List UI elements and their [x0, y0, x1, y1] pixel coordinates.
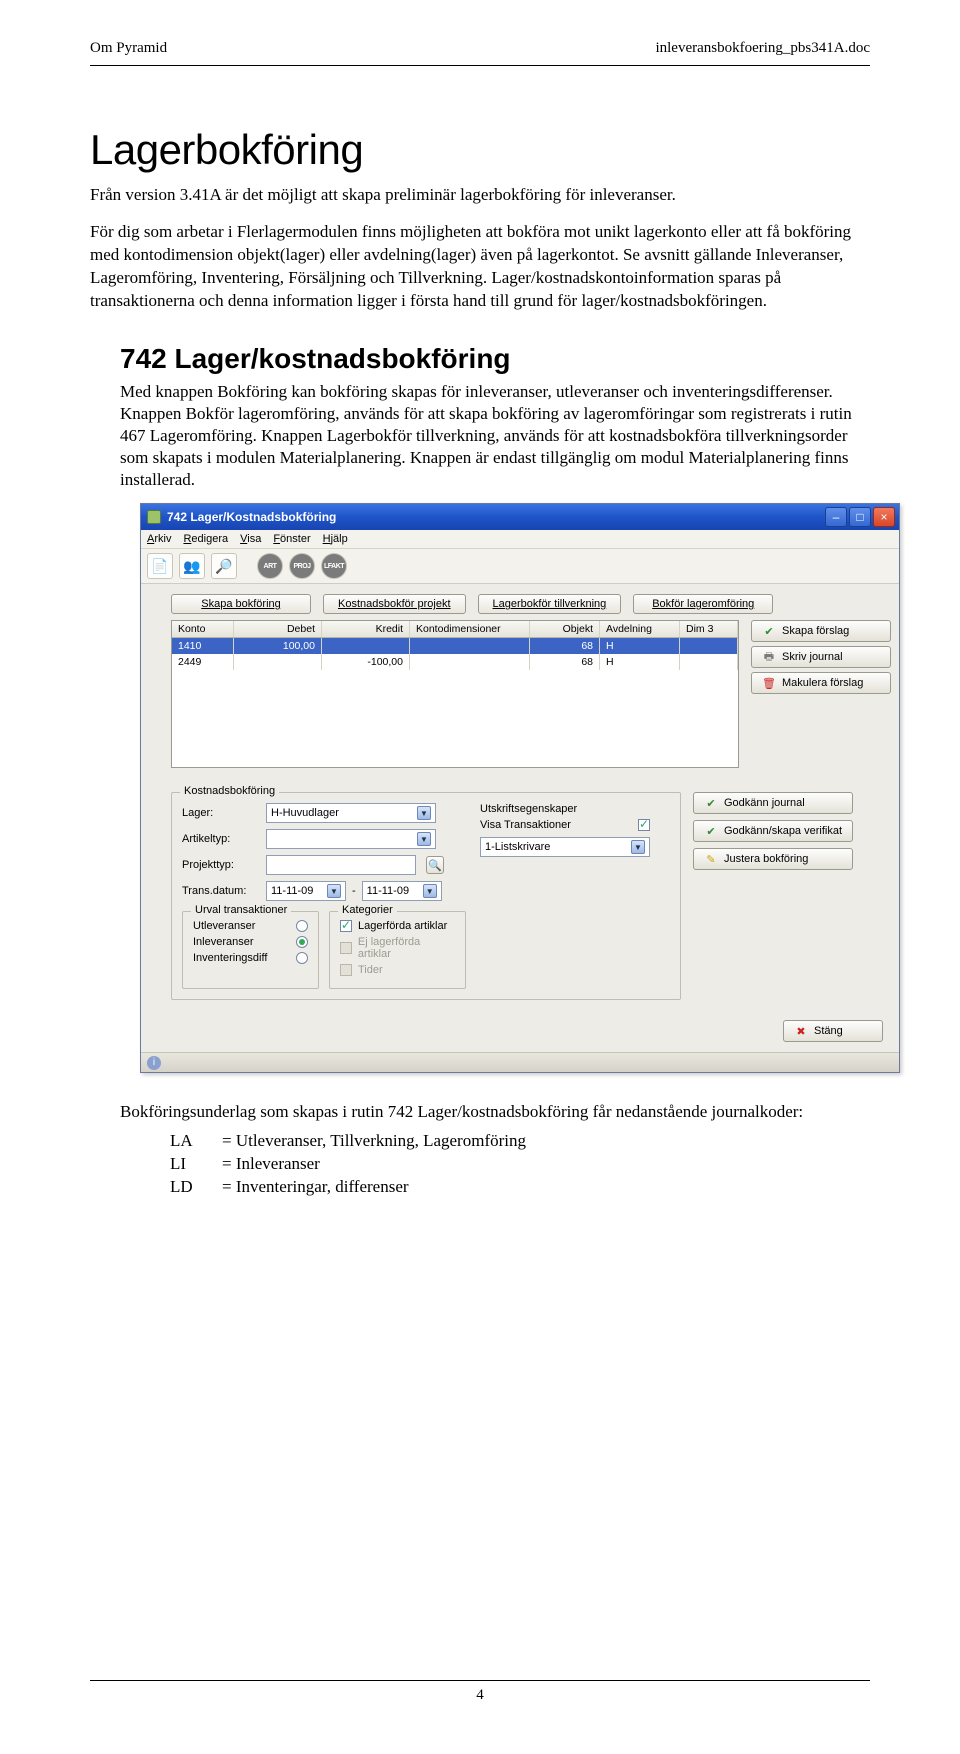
col-avdelning: Avdelning [600, 621, 680, 637]
toolbar-users-icon[interactable]: 👥 [179, 553, 205, 579]
frame-legend: Kostnadsbokföring [180, 785, 279, 797]
skriv-journal-button[interactable]: 🖶 Skriv journal [751, 646, 891, 668]
intro-block: Från version 3.41A är det möjligt att sk… [90, 184, 870, 313]
chevron-down-icon: ▼ [417, 806, 431, 820]
toolbar-proj-button[interactable]: PROJ [289, 553, 315, 579]
col-kontodimensioner: Kontodimensioner [410, 621, 530, 637]
transdatum-label: Trans.datum: [182, 885, 260, 897]
header-left: Om Pyramid [90, 40, 167, 57]
menubar: AArkivrkiv Redigera Visa Fönster Hjälp [141, 530, 899, 549]
bookkeeping-grid[interactable]: Konto Debet Kredit Kontodimensioner Obje… [171, 620, 739, 768]
table-row[interactable]: 2449 -100,00 68 H [172, 654, 738, 670]
close-button[interactable]: × [873, 507, 895, 527]
toolbar-new-icon[interactable]: 📄 [147, 553, 173, 579]
intro-p2: För dig som arbetar i Flerlagermodulen f… [90, 221, 870, 313]
page-number: 4 [90, 1687, 870, 1704]
tab-lagerbokfor-tillverkning[interactable]: Lagerbokför tillverkning [478, 594, 622, 614]
artikeltyp-combo[interactable]: ▼ [266, 829, 436, 849]
chevron-down-icon: ▼ [631, 840, 645, 854]
delete-icon: 🗑 [762, 676, 776, 690]
info-icon: i [147, 1056, 161, 1070]
godkann-skapa-verifikat-button[interactable]: ✔ Godkänn/skapa verifikat [693, 820, 853, 842]
print-icon: 🖶 [762, 650, 776, 664]
chevron-down-icon: ▼ [327, 884, 341, 898]
toolbar: 📄 👥 🔎 ART PROJ LFAKT [141, 549, 899, 584]
tider-check [340, 964, 352, 976]
journal-code-list: LA= Utleveranser, Tillverkning, Lageromf… [170, 1130, 840, 1199]
artikeltyp-label: Artikeltyp: [182, 833, 260, 845]
tab-bokfor-lageromforing[interactable]: Bokför lageromföring [633, 594, 773, 614]
tab-kostnadsbokfor-projekt[interactable]: Kostnadsbokför projekt [323, 594, 466, 614]
after-paragraph: Bokföringsunderlag som skapas i rutin 74… [120, 1101, 840, 1124]
skrivare-combo[interactable]: 1-Listskrivare ▼ [480, 837, 650, 857]
tab-bar: Skapa bokföring Kostnadsbokför projekt L… [141, 584, 899, 614]
col-objekt: Objekt [530, 621, 600, 637]
page-title: Lagerbokföring [90, 126, 870, 174]
lagerforda-check[interactable] [340, 920, 352, 932]
projekttyp-label: Projekttyp: [182, 859, 260, 871]
utleveranser-radio[interactable] [296, 920, 308, 932]
check-icon: ✔ [704, 824, 718, 838]
godkann-journal-button[interactable]: ✔ Godkänn journal [693, 792, 853, 814]
footer-rule [90, 1680, 870, 1681]
utskrift-label: Utskriftsegenskaper [480, 803, 670, 815]
projekttyp-input[interactable] [266, 855, 416, 875]
status-bar: i [141, 1052, 899, 1072]
skapa-forslag-button[interactable]: ✔ Skapa förslag [751, 620, 891, 642]
menu-hjalp[interactable]: Hjälp [323, 533, 348, 545]
table-row[interactable]: 1410 100,00 68 H [172, 638, 738, 654]
header-rule [90, 65, 870, 66]
visa-transaktioner-check[interactable] [638, 819, 650, 831]
check-icon: ✔ [762, 624, 776, 638]
ej-lagerforda-check [340, 942, 352, 954]
section-paragraph: Med knappen Bokföring kan bokföring skap… [120, 381, 870, 491]
search-icon[interactable]: 🔍 [426, 856, 444, 874]
toolbar-search-icon[interactable]: 🔎 [211, 553, 237, 579]
urval-legend: Urval transaktioner [191, 904, 291, 916]
tab-skapa-bokforing[interactable]: Skapa bokföring [171, 594, 311, 614]
inleveranser-radio[interactable] [296, 936, 308, 948]
app-window: 742 Lager/Kostnadsbokföring – □ × AArkiv… [140, 503, 900, 1073]
toolbar-lfakt-button[interactable]: LFAKT [321, 553, 347, 579]
edit-icon: ✎ [704, 852, 718, 866]
section-heading: 742 Lager/kostnadsbokföring [120, 343, 870, 375]
chevron-down-icon: ▼ [423, 884, 437, 898]
minimize-button[interactable]: – [825, 507, 847, 527]
kat-legend: Kategorier [338, 904, 397, 916]
menu-visa[interactable]: Visa [240, 533, 261, 545]
urval-frame: Urval transaktioner Utleveranser Inlever… [182, 911, 319, 989]
col-dim3: Dim 3 [680, 621, 738, 637]
col-kredit: Kredit [322, 621, 410, 637]
transdatum-from[interactable]: 11-11-09 ▼ [266, 881, 346, 901]
header-right: inleveransbokfoering_pbs341A.doc [655, 40, 870, 57]
inventeringsdiff-radio[interactable] [296, 952, 308, 964]
maximize-button[interactable]: □ [849, 507, 871, 527]
chevron-down-icon: ▼ [417, 832, 431, 846]
justera-bokforing-button[interactable]: ✎ Justera bokföring [693, 848, 853, 870]
kategorier-frame: Kategorier Lagerförda artiklar Ej lagerf… [329, 911, 466, 989]
grid-header: Konto Debet Kredit Kontodimensioner Obje… [172, 621, 738, 638]
menu-fonster[interactable]: Fönster [273, 533, 310, 545]
col-konto: Konto [172, 621, 234, 637]
window-title: 742 Lager/Kostnadsbokföring [167, 510, 336, 524]
stang-button[interactable]: ✖ Stäng [783, 1020, 883, 1042]
close-icon: ✖ [794, 1024, 808, 1038]
intro-p1: Från version 3.41A är det möjligt att sk… [90, 184, 870, 207]
toolbar-art-button[interactable]: ART [257, 553, 283, 579]
makulera-forslag-button[interactable]: 🗑 Makulera förslag [751, 672, 891, 694]
lager-label: Lager: [182, 807, 260, 819]
app-icon [147, 510, 161, 524]
menu-redigera[interactable]: Redigera [183, 533, 228, 545]
col-debet: Debet [234, 621, 322, 637]
titlebar: 742 Lager/Kostnadsbokföring – □ × [141, 504, 899, 530]
lager-combo[interactable]: H-Huvudlager ▼ [266, 803, 436, 823]
kostnadsbokforing-frame: Kostnadsbokföring Lager: H-Huvudlager ▼ … [171, 792, 681, 1000]
menu-arkiv[interactable]: AArkivrkiv [147, 533, 171, 545]
check-icon: ✔ [704, 796, 718, 810]
transdatum-to[interactable]: 11-11-09 ▼ [362, 881, 442, 901]
